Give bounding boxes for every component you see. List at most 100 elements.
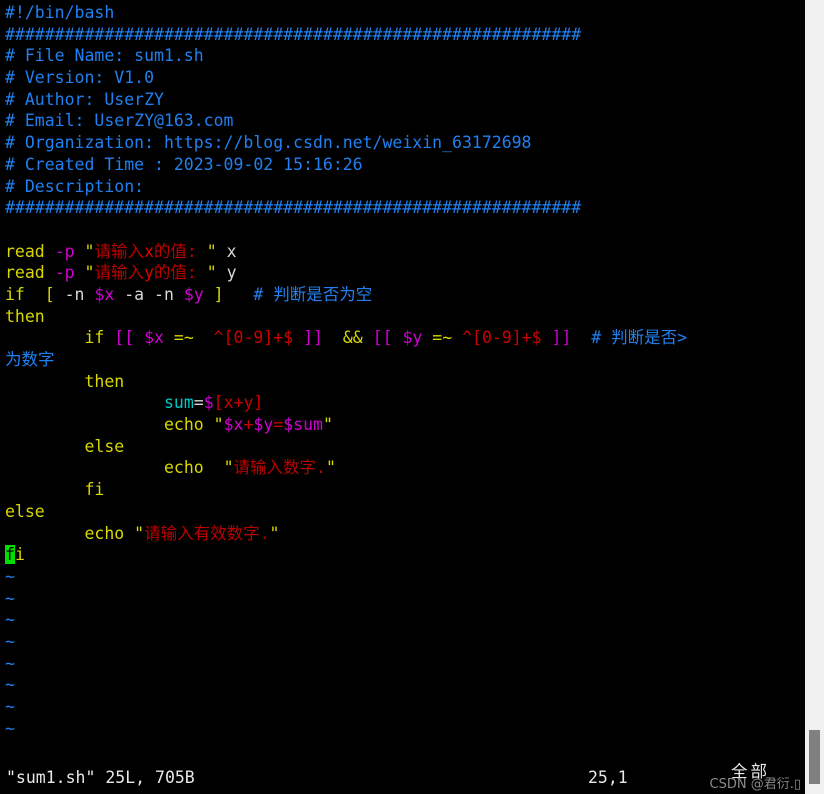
- filler-row: ~: [0, 631, 805, 653]
- vim-buffer[interactable]: #!/bin/bash ############################…: [0, 2, 805, 739]
- equals-literal: =: [273, 415, 284, 435]
- comment-author: # Author: UserZY: [5, 89, 164, 109]
- keyword-else: else: [5, 501, 45, 521]
- code-line-6: # Email: UserZY@163.com: [0, 110, 805, 132]
- scrollbar-thumb[interactable]: [809, 730, 820, 784]
- filler-row: ~: [0, 696, 805, 718]
- keyword-fi: fi: [84, 480, 105, 500]
- code-line-then-2: then: [0, 371, 805, 393]
- arith-expression: [x+y]: [213, 393, 264, 413]
- regex-digits-2: ^[0-9]+$: [462, 328, 542, 348]
- code-line-3: # File Name: sum1.sh: [0, 45, 805, 67]
- quote-close: ": [269, 523, 280, 543]
- tilde-marker: ~: [5, 653, 15, 673]
- comment-file-name: # File Name: sum1.sh: [5, 46, 204, 66]
- quote-close: ": [322, 415, 333, 435]
- variable-y: $y: [253, 415, 274, 435]
- comment-version: # Version: V1.0: [5, 68, 155, 88]
- status-cursor-position: 25,1: [588, 768, 628, 787]
- comment-email: # Email: UserZY@163.com: [5, 111, 234, 131]
- quote-open: ": [223, 458, 234, 478]
- flag-p: -p: [54, 241, 75, 261]
- code-line-7: # Organization: https://blog.csdn.net/we…: [0, 132, 805, 154]
- code-line-sum-assign: sum=$[x+y]: [0, 392, 805, 414]
- regex-match-operator: =~: [432, 328, 453, 348]
- variable-x: $x: [223, 415, 244, 435]
- regex-match-operator: =~: [173, 328, 194, 348]
- keyword-if: if: [84, 328, 105, 348]
- tilde-marker: ~: [5, 697, 15, 716]
- prompt-text-a: 请输入: [94, 241, 144, 261]
- code-line-else-1: else: [0, 436, 805, 458]
- filler-row: ~: [0, 653, 805, 675]
- variable-y: $y: [183, 284, 204, 304]
- keyword-if: if: [5, 284, 25, 304]
- keyword-echo: echo: [163, 458, 204, 478]
- tilde-marker: ~: [5, 675, 15, 695]
- comment-organization: # Organization: https://blog.csdn.net/we…: [5, 133, 532, 153]
- vim-terminal-screenshot: #!/bin/bash ############################…: [0, 0, 824, 794]
- variable-y: $y: [402, 328, 423, 348]
- keyword-then: then: [84, 371, 125, 391]
- scrollbar-track[interactable]: [805, 0, 824, 794]
- keyword-then: then: [5, 306, 45, 326]
- double-bracket-open-1: [[: [114, 328, 135, 348]
- prompt-text-a: 请输入: [94, 263, 144, 283]
- quote-close: ": [206, 241, 217, 261]
- code-line-1: #!/bin/bash: [0, 2, 805, 24]
- double-bracket-open-2: [[: [372, 328, 393, 348]
- shebang-comment: #!/bin/bash: [5, 3, 115, 22]
- flag-p: -p: [54, 263, 75, 283]
- keyword-echo: echo: [163, 415, 204, 435]
- test-flag-a-n: -a -n: [114, 284, 184, 304]
- prompt-text-b: 的值:: [153, 263, 207, 283]
- variable-x: $x: [94, 284, 115, 304]
- code-line-if-numeric-wrap: 为数字: [0, 349, 805, 371]
- keyword-fi-rest: i: [14, 545, 25, 565]
- read-target-y: y: [226, 263, 237, 283]
- quote-close: ": [206, 263, 217, 283]
- double-bracket-close-2: ]]: [551, 328, 572, 348]
- tilde-marker: ~: [5, 566, 15, 586]
- quote-open: ": [134, 523, 145, 543]
- csdn-watermark: CSDN @君衍.▯: [709, 777, 801, 792]
- prompt-var-x: x: [143, 241, 154, 261]
- terminal-window[interactable]: #!/bin/bash ############################…: [0, 0, 805, 794]
- code-line-5: # Author: UserZY: [0, 89, 805, 111]
- code-line-then-1: then: [0, 306, 805, 328]
- vim-status-line: "sum1.sh" 25L, 705B 25,1 全部: [0, 762, 805, 794]
- variable-sum: $sum: [283, 415, 323, 435]
- tilde-marker: ~: [5, 631, 15, 651]
- code-line-9: # Description:: [0, 176, 805, 198]
- keyword-else: else: [84, 436, 125, 456]
- text-cursor[interactable]: f: [5, 545, 15, 565]
- code-line-read-x: read -p "请输入x的值: " x: [0, 241, 805, 263]
- code-line-if-numeric: if [[ $x =~ ^[0-9]+$ ]] && [[ $y =~ ^[0-…: [0, 327, 805, 349]
- comment-rule-top: ########################################…: [5, 24, 582, 44]
- regex-digits-1: ^[0-9]+$: [213, 328, 294, 348]
- bracket-close: ]: [213, 284, 224, 304]
- quote-close: ": [325, 458, 336, 478]
- keyword-echo: echo: [84, 523, 125, 543]
